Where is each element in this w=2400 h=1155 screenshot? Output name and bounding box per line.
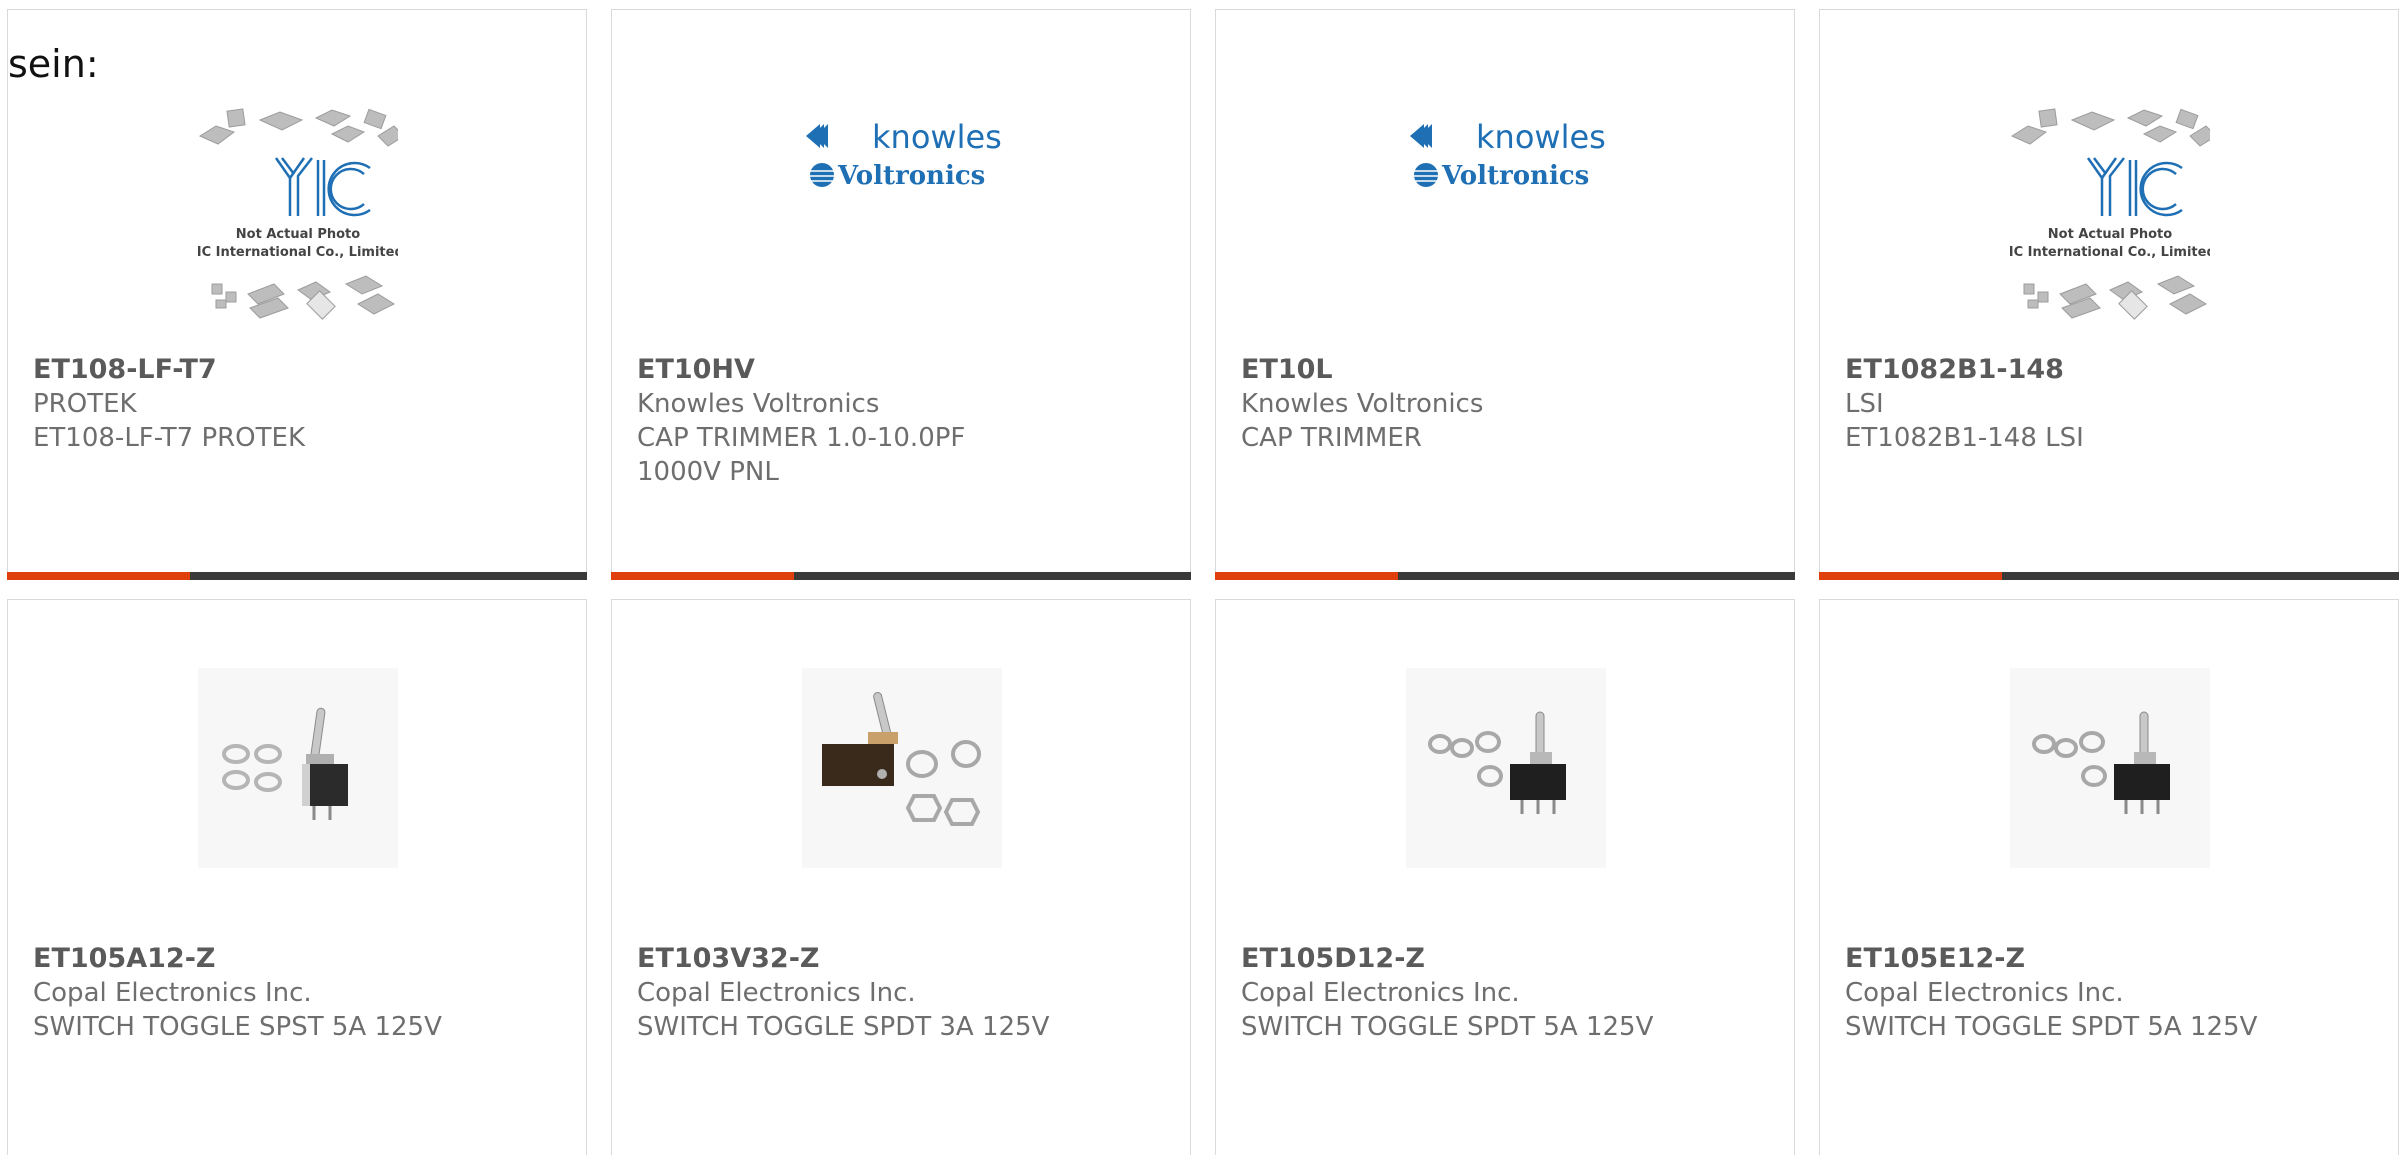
product-card[interactable]: Not Actual Photo YIC International Co., …: [7, 9, 587, 580]
knowles-voltronics-logo: knowles Voltronics: [1410, 118, 1606, 191]
toggle-switch-image: [2010, 668, 2210, 868]
part-number[interactable]: ET10HV: [637, 353, 1170, 387]
logo-wordmark: knowles: [872, 118, 1002, 156]
product-card[interactable]: knowles Voltronics ET10L Knowles Voltron…: [1215, 9, 1795, 580]
product-image: Not Actual Photo YIC International Co., …: [198, 108, 398, 320]
part-number[interactable]: ET1082B1-148: [1845, 353, 2378, 387]
product-card[interactable]: ET105A12-Z Copal Electronics Inc. SWITCH…: [7, 599, 587, 1155]
image-caption: YIC International Co., Limited.: [2010, 245, 2210, 260]
description: CAP TRIMMER: [1241, 423, 1422, 453]
description: ET1082B1-148 LSI: [1845, 423, 2084, 453]
toggle-switch-image: [1406, 668, 1606, 868]
toggle-switch-image: [802, 668, 1002, 868]
product-card[interactable]: knowles Voltronics ET10HV Knowles Voltro…: [611, 9, 1191, 580]
description: CAP TRIMMER 1.0-10.0PF 1000V PNL: [637, 423, 966, 487]
toggle-switch-image: [198, 668, 398, 868]
card-accent-bar: [1215, 572, 1398, 580]
logo-wordmark: Voltronics: [1441, 161, 1589, 191]
description: SWITCH TOGGLE SPDT 3A 125V: [637, 1012, 1050, 1042]
manufacturer: Copal Electronics Inc.: [1241, 978, 1520, 1008]
manufacturer: Copal Electronics Inc.: [637, 978, 916, 1008]
product-grid-page: sein: Not Actual Photo YIC International…: [0, 0, 2400, 1155]
manufacturer: LSI: [1845, 389, 1884, 419]
product-info: ET1082B1-148 LSI ET1082B1-148 LSI: [1845, 353, 2378, 455]
card-accent-bar: [611, 572, 794, 580]
product-info: ET105D12-Z Copal Electronics Inc. SWITCH…: [1241, 942, 1774, 1044]
image-caption: Not Actual Photo: [2048, 227, 2172, 242]
intro-text: sein:: [8, 42, 99, 86]
product-info: ET10L Knowles Voltronics CAP TRIMMER: [1241, 353, 1774, 455]
card-bottom-bar: [1215, 572, 1795, 580]
logo-wordmark: Voltronics: [837, 161, 985, 191]
product-image: Not Actual Photo YIC International Co., …: [2010, 108, 2210, 320]
knowles-voltronics-logo: knowles Voltronics: [806, 118, 1002, 191]
image-caption: YIC International Co., Limited.: [198, 245, 398, 260]
description: ET108-LF-T7 PROTEK: [33, 423, 306, 453]
part-number[interactable]: ET103V32-Z: [637, 942, 1170, 976]
logo-wordmark: knowles: [1476, 118, 1606, 156]
part-number[interactable]: ET108-LF-T7: [33, 353, 566, 387]
manufacturer: Knowles Voltronics: [1241, 389, 1484, 419]
product-card[interactable]: Not Actual Photo YIC International Co., …: [1819, 9, 2399, 580]
part-number[interactable]: ET105D12-Z: [1241, 942, 1774, 976]
part-number[interactable]: ET10L: [1241, 353, 1774, 387]
card-bottom-bar: [1819, 572, 2399, 580]
card-accent-bar: [1819, 572, 2002, 580]
product-card[interactable]: ET103V32-Z Copal Electronics Inc. SWITCH…: [611, 599, 1191, 1155]
product-info: ET105A12-Z Copal Electronics Inc. SWITCH…: [33, 942, 566, 1044]
card-bottom-bar: [611, 572, 1191, 580]
manufacturer: Copal Electronics Inc.: [1845, 978, 2124, 1008]
description: SWITCH TOGGLE SPDT 5A 125V: [1845, 1012, 2258, 1042]
product-info: ET108-LF-T7 PROTEK ET108-LF-T7 PROTEK: [33, 353, 566, 455]
manufacturer: Knowles Voltronics: [637, 389, 880, 419]
part-number[interactable]: ET105A12-Z: [33, 942, 566, 976]
description: SWITCH TOGGLE SPST 5A 125V: [33, 1012, 442, 1042]
manufacturer: PROTEK: [33, 389, 137, 419]
product-card[interactable]: ET105D12-Z Copal Electronics Inc. SWITCH…: [1215, 599, 1795, 1155]
card-bottom-bar: [7, 572, 587, 580]
image-caption: Not Actual Photo: [236, 227, 360, 242]
card-accent-bar: [7, 572, 190, 580]
product-card[interactable]: ET105E12-Z Copal Electronics Inc. SWITCH…: [1819, 599, 2399, 1155]
description: SWITCH TOGGLE SPDT 5A 125V: [1241, 1012, 1654, 1042]
product-info: ET105E12-Z Copal Electronics Inc. SWITCH…: [1845, 942, 2378, 1044]
manufacturer: Copal Electronics Inc.: [33, 978, 312, 1008]
product-info: ET10HV Knowles Voltronics CAP TRIMMER 1.…: [637, 353, 1170, 489]
part-number[interactable]: ET105E12-Z: [1845, 942, 2378, 976]
product-info: ET103V32-Z Copal Electronics Inc. SWITCH…: [637, 942, 1170, 1044]
